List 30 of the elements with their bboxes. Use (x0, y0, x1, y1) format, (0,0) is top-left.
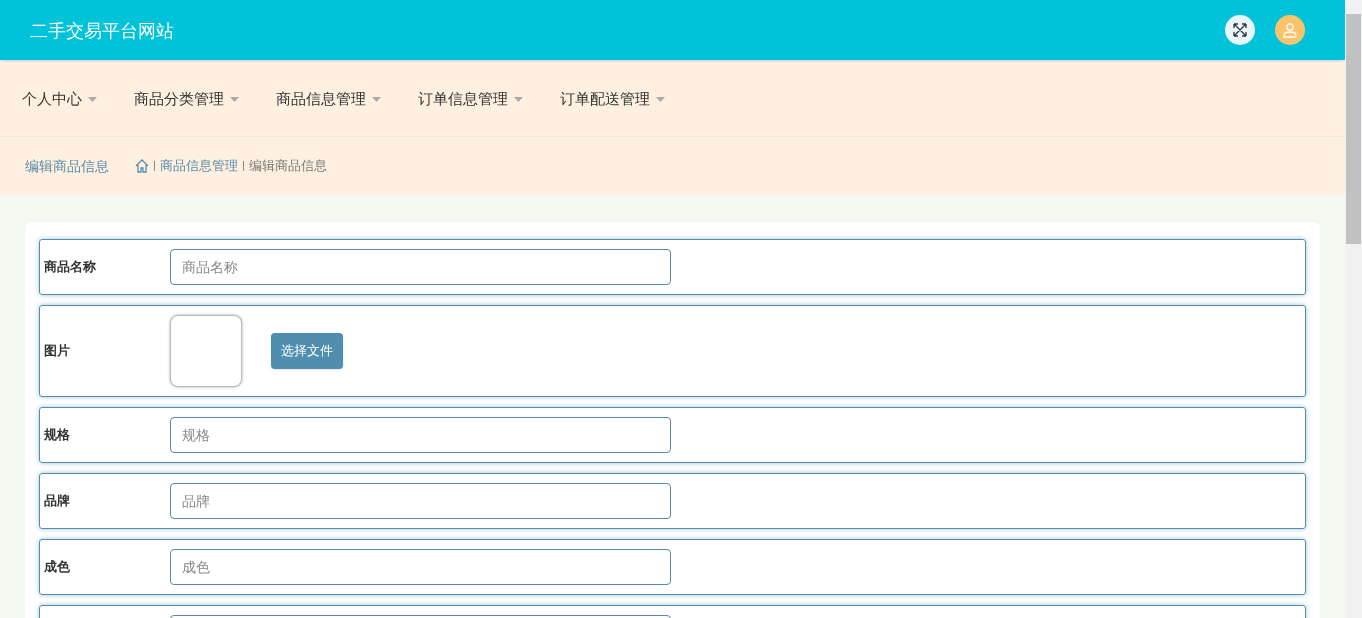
site-title: 二手交易平台网站 (30, 18, 174, 43)
field-label: 商品名称 (44, 258, 97, 277)
field-label: 品牌 (44, 492, 71, 511)
field-label: 成色 (44, 558, 71, 577)
caret-icon (372, 96, 381, 102)
nav-menu-item[interactable]: 个人中心 (22, 87, 97, 111)
text-input-field[interactable]: 品牌 (170, 483, 671, 519)
breadcrumb-link[interactable]: 商品信息管理 (160, 156, 238, 176)
user-icon (1282, 22, 1298, 38)
field-label: 图片 (44, 342, 71, 361)
field-label: 规格 (44, 426, 71, 445)
home-icon[interactable] (135, 159, 149, 173)
nav-menu-item[interactable]: 商品分类管理 (134, 87, 239, 111)
image-preview (170, 315, 242, 387)
breadcrumb-current: 编辑商品信息 (249, 157, 327, 176)
caret-icon (88, 96, 97, 102)
caret-icon (656, 96, 665, 102)
nav-menu-item[interactable]: 订单配送管理 (560, 87, 665, 111)
text-input-field[interactable]: 成色 (170, 549, 671, 585)
user-avatar-button[interactable] (1275, 15, 1305, 45)
nav-menu-item[interactable]: 订单信息管理 (418, 87, 523, 111)
caret-icon (514, 96, 523, 102)
text-input-field[interactable]: 规格 (170, 417, 671, 453)
nav-menu-item[interactable]: 商品信息管理 (276, 87, 381, 111)
text-input-field[interactable]: 商品名称 (170, 249, 671, 285)
choose-file-button[interactable]: 选择文件 (271, 333, 343, 369)
caret-icon (230, 96, 239, 102)
fullscreen-button[interactable] (1225, 15, 1255, 45)
expand-icon (1232, 22, 1248, 38)
page-title: 编辑商品信息 (25, 156, 109, 176)
